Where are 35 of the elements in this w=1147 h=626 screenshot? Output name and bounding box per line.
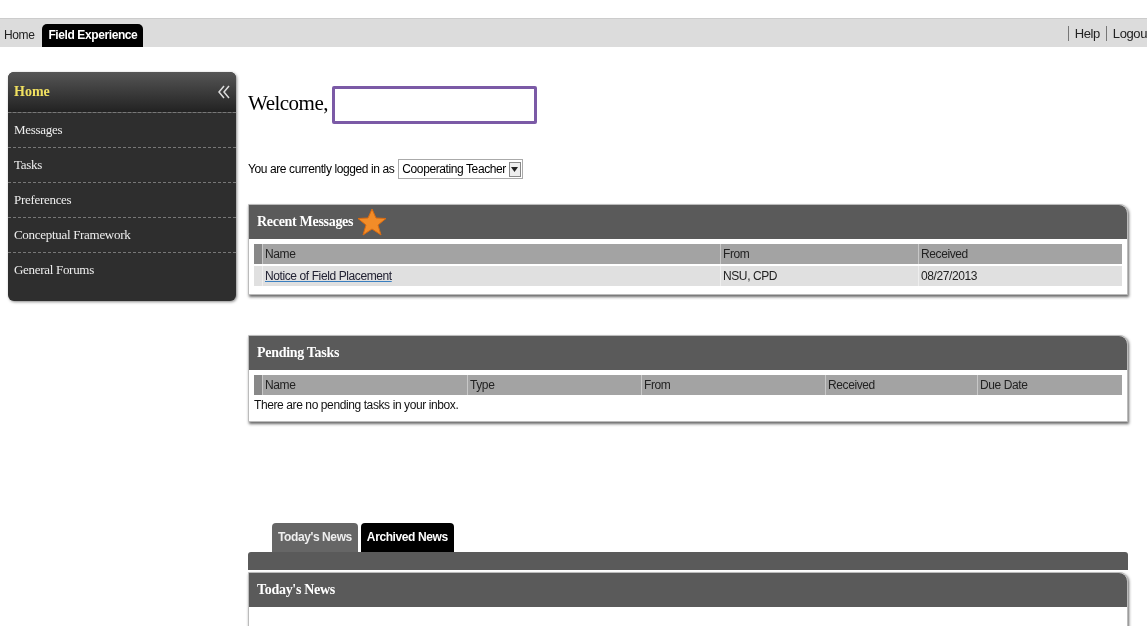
column-header: From: [720, 244, 918, 264]
dropdown-icon: [511, 166, 519, 172]
sidebar-item[interactable]: Tasks: [8, 148, 236, 183]
nav-link[interactable]: Help: [1074, 25, 1100, 41]
table-cell: 08/27/2013: [918, 266, 1122, 286]
sidebar-item[interactable]: General Forums: [8, 253, 236, 287]
star-icon: [357, 208, 388, 236]
news-tab[interactable]: Today's News: [272, 523, 358, 552]
column-header: Due Date: [977, 375, 1122, 395]
column-header: From: [641, 375, 825, 395]
panel-title: Recent Messages: [257, 214, 354, 230]
sidebar-item[interactable]: Conceptual Framework: [8, 218, 236, 253]
column-header: Name: [262, 244, 720, 264]
panel-title: Today's News: [257, 582, 335, 598]
sidebar-item[interactable]: Messages: [8, 113, 236, 148]
nav-tab[interactable]: Field Experience: [42, 24, 144, 47]
sidebar-item[interactable]: Preferences: [8, 183, 236, 218]
login-text: You are currently logged in as: [248, 162, 395, 176]
news-tab[interactable]: Archived News: [360, 523, 454, 552]
column-header: Received: [825, 375, 977, 395]
collapse-icon[interactable]: [218, 85, 230, 99]
sidebar-title: Home: [14, 84, 50, 100]
table-cell: NSU, CPD: [720, 266, 918, 286]
row-marker: [254, 266, 262, 286]
nav-link[interactable]: Logou: [1112, 25, 1147, 41]
column-header: Received: [918, 244, 1122, 264]
empty-message: There are no pending tasks in your inbox.: [253, 397, 460, 414]
column-header: Type: [467, 375, 641, 395]
panel-title: Pending Tasks: [257, 345, 340, 361]
role-select[interactable]: Cooperating Teacher: [398, 159, 523, 179]
row-marker: [254, 244, 262, 264]
column-header: Name: [262, 375, 467, 395]
row-marker: [254, 375, 262, 395]
welcome-text: Welcome,: [248, 90, 329, 116]
message-link[interactable]: Notice of Field Placement: [262, 266, 720, 286]
